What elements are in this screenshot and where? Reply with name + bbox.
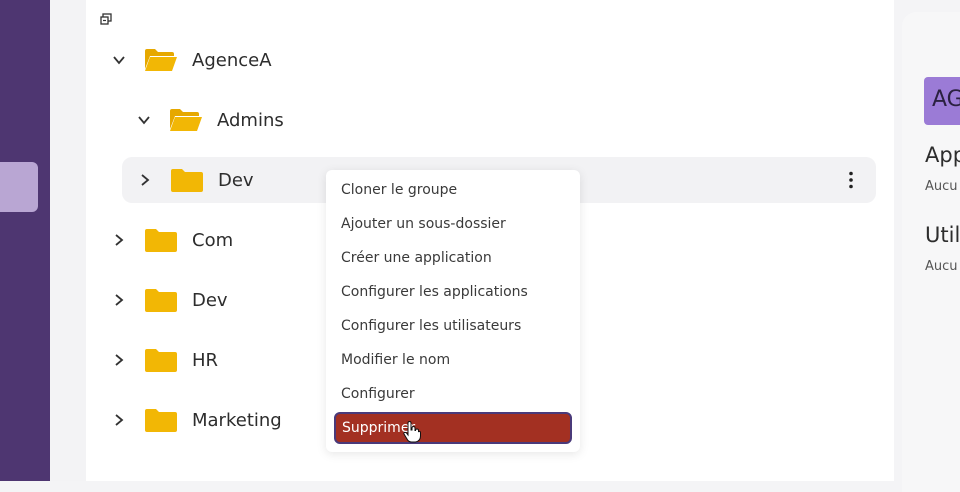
folder-open-icon (145, 49, 177, 71)
group-avatar-badge: AG (924, 77, 960, 125)
tree-row-com[interactable]: Com (112, 217, 312, 263)
folder-label: Dev (218, 169, 254, 191)
collapse-all-icon[interactable] (100, 13, 112, 25)
more-options-icon[interactable] (848, 171, 854, 189)
menu-item-clone-group[interactable]: Cloner le groupe (341, 182, 457, 198)
chevron-right-icon[interactable] (112, 413, 126, 427)
menu-item-create-application[interactable]: Créer une application (341, 250, 492, 266)
folder-label: Com (192, 229, 234, 251)
folder-icon (145, 289, 177, 312)
menu-item-configure-users[interactable]: Configurer les utilisateurs (341, 318, 521, 334)
folder-label: Marketing (192, 409, 282, 431)
chevron-down-icon[interactable] (137, 113, 151, 127)
folder-icon (145, 409, 177, 432)
chevron-right-icon[interactable] (112, 353, 126, 367)
tree-row-marketing[interactable]: Marketing (112, 397, 312, 443)
menu-item-delete[interactable]: Supprimer (334, 412, 572, 444)
badge-initials: AG (932, 87, 960, 112)
folder-icon (145, 349, 177, 372)
hand-cursor-icon (403, 421, 421, 443)
chevron-right-icon[interactable] (112, 293, 126, 307)
menu-item-configure[interactable]: Configurer (341, 386, 415, 402)
users-empty-text: Aucu (925, 259, 958, 274)
content-gutter (50, 0, 86, 481)
menu-item-add-subfolder[interactable]: Ajouter un sous-dossier (341, 216, 506, 232)
tree-row-agencea[interactable]: AgenceA (112, 37, 412, 83)
menu-item-configure-applications[interactable]: Configurer les applications (341, 284, 528, 300)
chevron-right-icon[interactable] (138, 173, 152, 187)
folder-icon (171, 169, 203, 192)
tree-row-hr[interactable]: HR (112, 337, 312, 383)
sidebar-active-item[interactable] (0, 162, 38, 212)
app-sidebar (0, 0, 50, 481)
context-menu: Cloner le groupe Ajouter un sous-dossier… (326, 170, 580, 452)
folder-label: HR (192, 349, 219, 371)
tree-row-dev[interactable]: Dev (112, 277, 312, 323)
folder-label: Dev (192, 289, 228, 311)
chevron-down-icon[interactable] (112, 53, 126, 67)
folder-icon (145, 229, 177, 252)
menu-item-rename[interactable]: Modifier le nom (341, 352, 450, 368)
tree-row-admins[interactable]: Admins (137, 97, 437, 143)
chevron-right-icon[interactable] (112, 233, 126, 247)
folder-label: AgenceA (192, 49, 272, 71)
folder-open-icon (170, 109, 202, 131)
applications-section-title: App (925, 143, 960, 167)
folder-label: Admins (217, 109, 284, 131)
applications-empty-text: Aucu (925, 179, 958, 194)
users-section-title: Util (925, 223, 960, 247)
